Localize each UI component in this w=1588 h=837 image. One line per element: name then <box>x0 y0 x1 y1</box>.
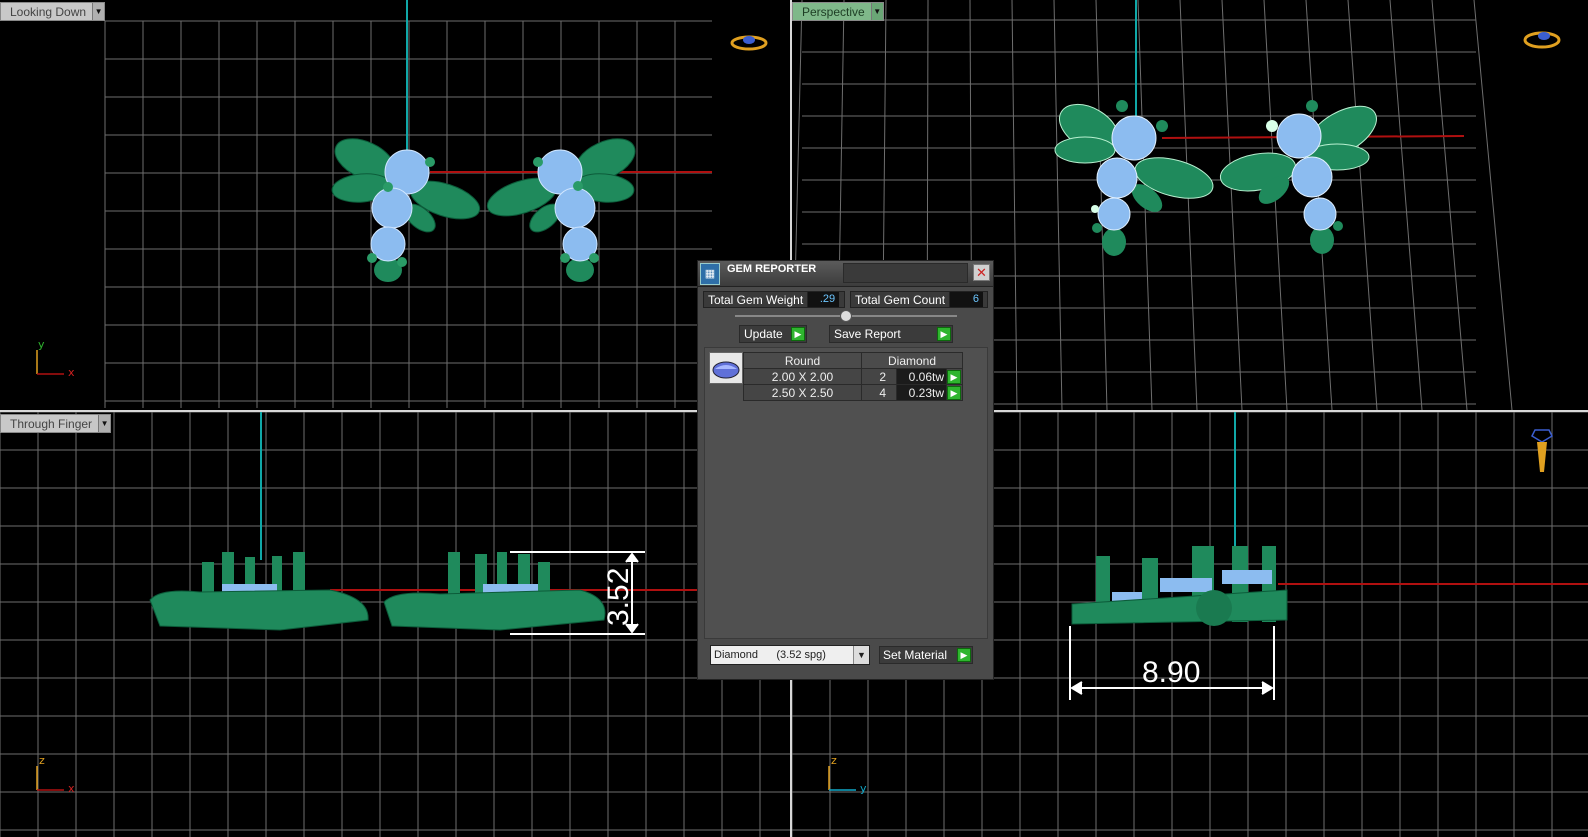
close-icon[interactable]: ✕ <box>973 264 990 281</box>
table-row[interactable]: 2.50 X 2.50 4 0.23tw ▶ <box>743 384 963 401</box>
viewport-looking-down[interactable]: y x Looking Down ▼ <box>0 0 790 410</box>
play-arrow-icon: ▶ <box>947 385 961 400</box>
earring-left-3d <box>1054 100 1214 256</box>
gem-view-icon[interactable] <box>1531 429 1553 472</box>
material-select[interactable]: Diamond (3.52 spg) ▼ <box>710 645 870 665</box>
viewport-label-text: Looking Down <box>10 4 87 19</box>
set-material-button-label: Set Material <box>883 648 948 662</box>
row-select-button[interactable]: ▶ <box>946 384 963 401</box>
gem-size: 2.50 X 2.50 <box>743 384 862 401</box>
axis-z-label: z <box>831 754 837 767</box>
gem-count: 4 <box>861 384 897 401</box>
viewport-label-through-finger[interactable]: Through Finger ▼ <box>0 414 112 433</box>
total-gem-count-label: Total Gem Count <box>855 292 946 307</box>
play-arrow-icon: ▶ <box>957 648 971 662</box>
viewport-label-perspective[interactable]: Perspective ▼ <box>792 2 884 21</box>
axis-x-label: x <box>68 782 75 795</box>
gem-table: Round Diamond 2.00 X 2.00 2 0.06tw ▶ 2.5… <box>743 352 963 401</box>
earring-side <box>1071 546 1288 626</box>
update-button-label: Update <box>744 327 783 341</box>
total-gem-count-box: Total Gem Count 6 <box>850 291 988 308</box>
gem-weight: 0.06tw <box>896 368 947 385</box>
viewport-label-looking-down[interactable]: Looking Down ▼ <box>0 2 106 21</box>
save-report-button-label: Save Report <box>834 327 901 341</box>
earring-left <box>331 138 481 282</box>
height-dimension-value: 3.52 <box>602 568 635 626</box>
earring-right-3d <box>1219 100 1377 254</box>
total-gem-weight-box: Total Gem Weight .29 <box>703 291 845 308</box>
play-arrow-icon: ▶ <box>937 327 951 341</box>
axis-triad <box>828 766 856 791</box>
front-view-canvas: 3.52 <box>0 412 790 837</box>
axis-z-label: z <box>39 754 45 767</box>
top-view-canvas <box>36 0 768 408</box>
axis-x-label: x <box>68 366 75 379</box>
save-report-button[interactable]: Save Report ▶ <box>829 325 953 343</box>
column-header-shape: Round <box>743 352 862 369</box>
chevron-down-icon[interactable]: ▼ <box>870 3 883 20</box>
play-arrow-icon: ▶ <box>791 327 805 341</box>
round-gem-icon[interactable] <box>709 352 743 384</box>
width-dimension-value: 8.90 <box>1142 656 1200 689</box>
axis-triad <box>36 350 64 375</box>
gem-reporter-app-icon: ▦ <box>700 263 720 285</box>
chevron-down-icon[interactable]: ▼ <box>92 3 105 20</box>
viewport-label-text: Perspective <box>802 4 865 19</box>
update-button[interactable]: Update ▶ <box>739 325 807 343</box>
ring-navigator-icon[interactable] <box>730 35 768 51</box>
viewport-label-text: Through Finger <box>10 416 93 431</box>
total-gem-count-value: 6 <box>949 292 984 307</box>
total-gem-weight-value: .29 <box>807 292 840 307</box>
gem-count: 2 <box>861 368 897 385</box>
table-row[interactable]: 2.00 X 2.00 2 0.06tw ▶ <box>743 368 963 385</box>
axis-triad <box>36 766 64 791</box>
gem-list-panel: Round Diamond 2.00 X 2.00 2 0.06tw ▶ 2.5… <box>704 347 988 639</box>
set-material-button[interactable]: Set Material ▶ <box>879 646 973 664</box>
ring-navigator-icon[interactable] <box>1523 31 1561 49</box>
chevron-down-icon[interactable]: ▼ <box>98 415 111 432</box>
dialog-title-bar[interactable]: ▦ GEM REPORTER ✕ <box>698 261 993 287</box>
axis-y-label: y <box>860 782 867 795</box>
material-select-value: Diamond (3.52 spg) <box>714 649 826 661</box>
earring-right <box>486 138 636 282</box>
column-header-material: Diamond <box>861 352 963 369</box>
viewport-through-finger[interactable]: 3.52 z x Through Finger ▼ <box>0 412 790 837</box>
slider-handle[interactable] <box>840 310 852 322</box>
chevron-down-icon[interactable]: ▼ <box>853 646 869 664</box>
play-arrow-icon: ▶ <box>947 369 961 384</box>
gem-reporter-dialog: ▦ GEM REPORTER ✕ Total Gem Weight .29 To… <box>697 260 994 680</box>
dialog-title: GEM REPORTER <box>727 263 817 275</box>
gem-size: 2.00 X 2.00 <box>743 368 862 385</box>
total-gem-weight-label: Total Gem Weight <box>708 292 804 307</box>
title-bar-field <box>843 263 968 283</box>
axis-y-label: y <box>38 338 45 351</box>
gem-weight: 0.23tw <box>896 384 947 401</box>
row-select-button[interactable]: ▶ <box>946 368 963 385</box>
